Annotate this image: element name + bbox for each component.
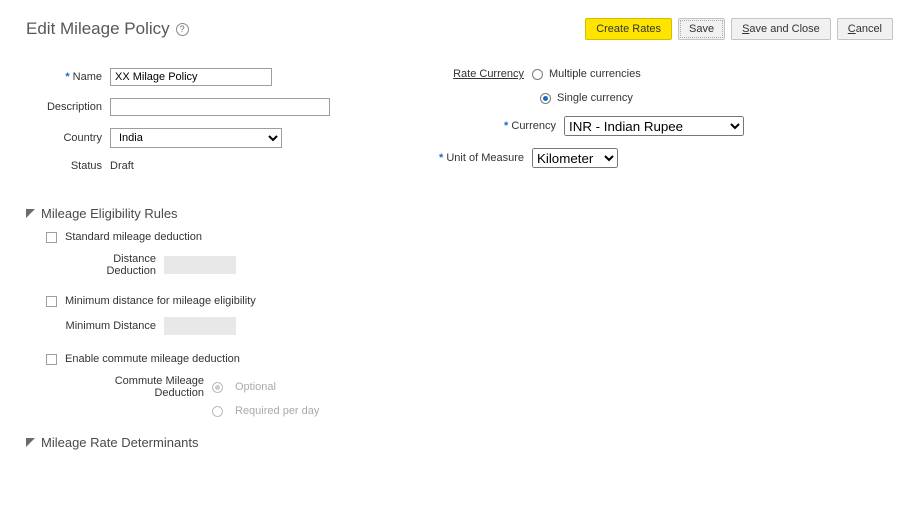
multiple-currencies-radio[interactable]	[532, 69, 543, 80]
rate-determinants-title: Mileage Rate Determinants	[41, 435, 199, 450]
right-column: Rate Currency Multiple currencies Single…	[426, 68, 893, 184]
single-currency-radio[interactable]	[540, 93, 551, 104]
commute-optional-label: Optional	[235, 381, 276, 393]
disclose-icon	[26, 438, 35, 447]
save-button[interactable]: Save	[678, 18, 725, 40]
left-column: Name Description Country India Status Dr…	[26, 68, 426, 184]
country-row: Country India	[26, 128, 426, 148]
status-label: Status	[26, 160, 110, 172]
save-and-close-button[interactable]: Save and Close	[731, 18, 831, 40]
description-input[interactable]	[110, 98, 330, 116]
multiple-currencies-label: Multiple currencies	[549, 68, 641, 80]
single-currency-label: Single currency	[557, 92, 633, 104]
commute-deduction-label: Commute Mileage Deduction	[64, 375, 212, 399]
form-columns: Name Description Country India Status Dr…	[26, 68, 893, 184]
description-row: Description	[26, 98, 426, 116]
header-row: Edit Mileage Policy ? Create Rates Save …	[26, 18, 893, 40]
rate-determinants-section-header[interactable]: Mileage Rate Determinants	[26, 435, 893, 450]
single-currency-row: Single currency	[540, 92, 893, 104]
eligibility-title: Mileage Eligibility Rules	[41, 206, 178, 221]
min-distance-block: Minimum distance for mileage eligibility…	[46, 295, 893, 335]
uom-select[interactable]: Kilometer	[532, 148, 618, 168]
min-distance-row: Minimum distance for mileage eligibility	[46, 295, 893, 307]
cancel-button[interactable]: Cancel	[837, 18, 893, 40]
min-distance-label: Minimum Distance	[64, 320, 164, 332]
currency-label: Currency	[484, 120, 564, 132]
min-distance-rule-label: Minimum distance for mileage eligibility	[65, 295, 256, 307]
name-input[interactable]	[110, 68, 272, 86]
commute-block: Enable commute mileage deduction Commute…	[46, 353, 893, 417]
commute-row: Enable commute mileage deduction	[46, 353, 893, 365]
commute-checkbox[interactable]	[46, 354, 57, 365]
commute-required-label: Required per day	[235, 405, 319, 417]
commute-rule-label: Enable commute mileage deduction	[65, 353, 240, 365]
distance-deduction-input	[164, 256, 236, 274]
min-distance-checkbox[interactable]	[46, 296, 57, 307]
create-rates-button[interactable]: Create Rates	[585, 18, 672, 40]
rate-currency-label[interactable]: Rate Currency	[436, 68, 532, 80]
standard-deduction-row: Standard mileage deduction	[46, 231, 893, 243]
uom-row: Unit of Measure Kilometer	[436, 148, 893, 168]
country-label: Country	[26, 132, 110, 144]
page-title: Edit Mileage Policy	[26, 19, 170, 39]
eligibility-section-header[interactable]: Mileage Eligibility Rules	[26, 206, 893, 221]
country-select[interactable]: India	[110, 128, 282, 148]
status-row: Status Draft	[26, 160, 426, 172]
distance-deduction-label: Distance Deduction	[64, 253, 164, 277]
commute-optional-radio	[212, 382, 223, 393]
name-label: Name	[26, 71, 110, 83]
help-icon[interactable]: ?	[176, 23, 189, 36]
distance-deduction-row: Distance Deduction	[64, 253, 893, 277]
commute-required-radio	[212, 406, 223, 417]
uom-label: Unit of Measure	[436, 152, 532, 164]
min-distance-input-row: Minimum Distance	[64, 317, 893, 335]
commute-optional-row: Commute Mileage Deduction Optional	[64, 375, 893, 399]
disclose-icon	[26, 209, 35, 218]
name-row: Name	[26, 68, 426, 86]
currency-row: Currency INR - Indian Rupee	[484, 116, 893, 136]
standard-deduction-block: Standard mileage deduction Distance Dedu…	[46, 231, 893, 277]
standard-deduction-label: Standard mileage deduction	[65, 231, 202, 243]
currency-select[interactable]: INR - Indian Rupee	[564, 116, 744, 136]
min-distance-input	[164, 317, 236, 335]
status-value: Draft	[110, 160, 134, 172]
commute-required-row: Required per day	[64, 405, 893, 417]
description-label: Description	[26, 101, 110, 113]
standard-deduction-checkbox[interactable]	[46, 232, 57, 243]
rate-currency-row: Rate Currency Multiple currencies	[436, 68, 893, 80]
